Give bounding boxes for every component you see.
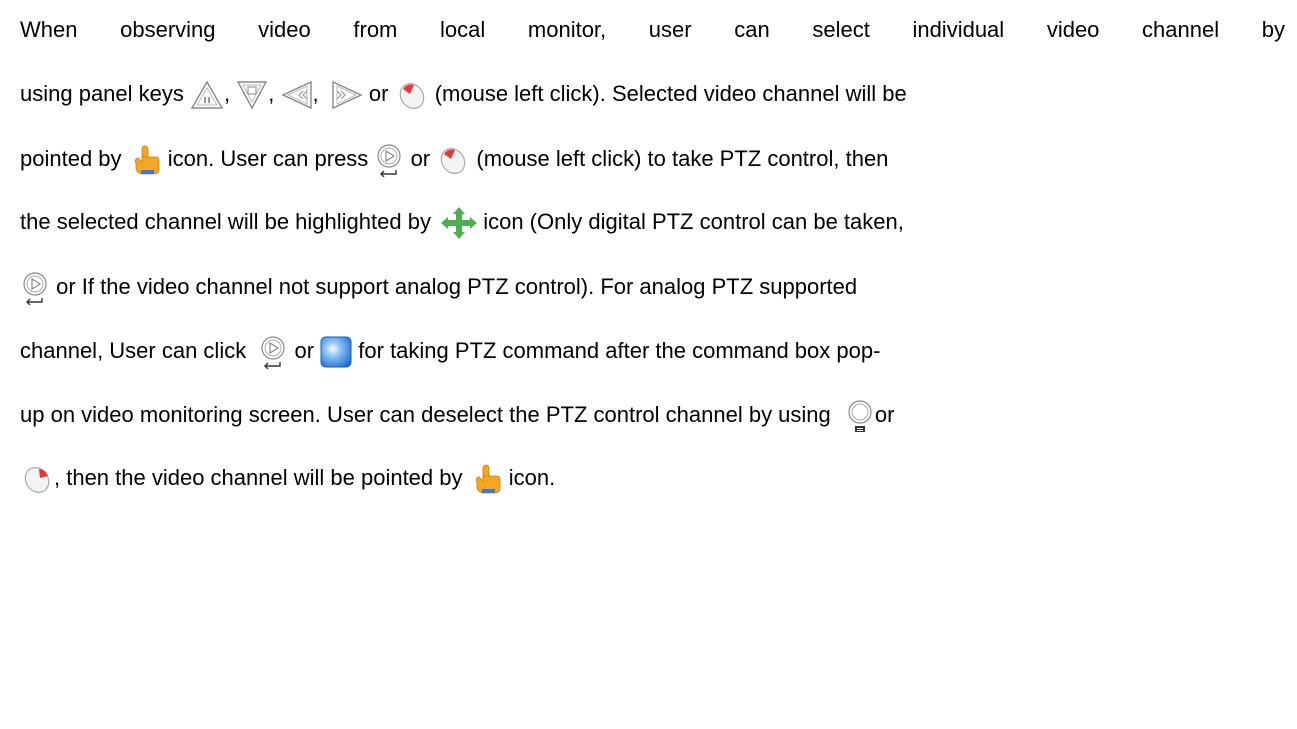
ptz-button-icon [320, 336, 352, 368]
text-line-2: using panel keys , , , or (mouse left cl… [20, 79, 1285, 110]
paragraph-text: pointed by [20, 145, 122, 171]
down-key-icon [236, 80, 268, 110]
paragraph-text: or If the video channel not support anal… [56, 273, 858, 299]
paragraph-text: for taking PTZ command after the command… [358, 337, 881, 363]
right-key-icon [331, 80, 363, 110]
separator: , [268, 81, 275, 106]
text-line-1: When observing video from local monitor,… [20, 15, 1285, 45]
paragraph-text: (mouse left click) to take PTZ control, … [476, 145, 889, 171]
mouse-right-click-icon [20, 464, 54, 494]
mouse-left-click-icon [436, 145, 470, 175]
text-line-8: , then the video channel will be pointed… [20, 463, 1285, 494]
left-key-icon [280, 80, 313, 110]
paragraph-text: icon. [508, 465, 556, 490]
move-arrows-icon [441, 207, 478, 240]
text-line-7: up on video monitoring screen. User can … [20, 399, 1285, 432]
enter-key-icon [258, 335, 288, 369]
paragraph-text: icon. User can press [167, 145, 369, 171]
paragraph-text: or [294, 337, 315, 363]
separator: , [312, 81, 319, 106]
text-line-5: or If the video channel not support anal… [20, 271, 1285, 305]
pointing-hand-icon [469, 464, 503, 494]
paragraph-text: channel, User can click [20, 337, 247, 363]
paragraph-text: or [874, 401, 895, 427]
menu-key-icon [845, 399, 875, 433]
paragraph-text: using panel keys [20, 81, 184, 106]
enter-key-icon [374, 143, 404, 177]
paragraph-text: When observing video from local monitor,… [20, 17, 1285, 42]
paragraph-text: (mouse left click). Selected video chann… [434, 81, 907, 106]
separator: , [224, 81, 231, 106]
pointing-hand-icon [128, 145, 162, 175]
paragraph-text: up on video monitoring screen. User can … [20, 401, 831, 427]
mouse-left-click-icon [395, 80, 429, 110]
paragraph-text: or [368, 81, 389, 106]
text-line-4: the selected channel will be highlighted… [20, 207, 1285, 240]
enter-key-icon [20, 271, 50, 305]
up-key-icon [190, 80, 224, 110]
text-line-3: pointed by icon. User can press or (mous… [20, 143, 1285, 177]
paragraph-text: or [410, 145, 431, 171]
paragraph-text: the selected channel will be highlighted… [20, 209, 431, 234]
paragraph-text: , then the video channel will be pointed… [54, 465, 463, 490]
text-line-6: channel, User can click or for taking PT… [20, 335, 1285, 369]
paragraph-text: icon (Only digital PTZ control can be ta… [483, 209, 904, 234]
